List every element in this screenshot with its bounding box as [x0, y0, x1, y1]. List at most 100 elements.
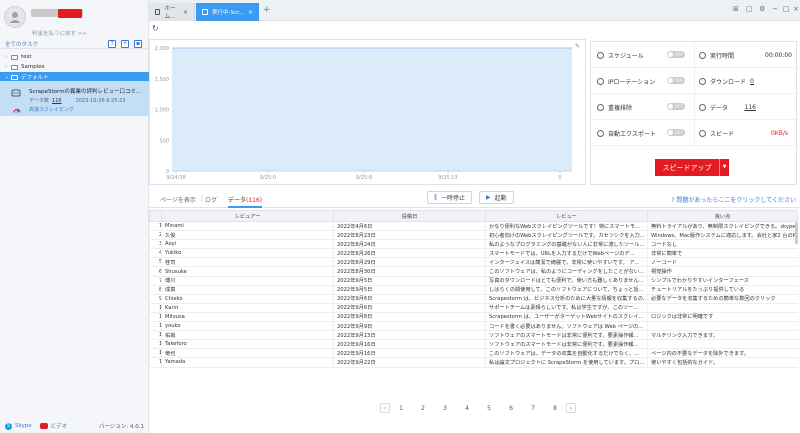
add-tab-icon[interactable]: +: [263, 6, 271, 15]
table-row[interactable]: 8成真2022年9月5日しばらくの間使用して、このソフトウェアについて、ちょっと…: [149, 285, 798, 295]
video-link[interactable]: ビデオ: [51, 422, 68, 430]
tab-home[interactable]: ホーム... ×: [149, 3, 195, 21]
tab-page[interactable]: ページを表示: [160, 195, 196, 204]
table-cell: 2022年8月29日: [333, 257, 486, 268]
new-folder-icon[interactable]: ▪: [134, 40, 142, 48]
plan-link[interactable]: 料金を払うに戻す >>: [32, 29, 87, 37]
close-icon[interactable]: ×: [248, 9, 253, 16]
start-button[interactable]: ▶ 起動: [479, 191, 514, 204]
table-row[interactable]: 16Yamada2022年9月22日私は論文プロジェクトに ScrapeStor…: [149, 357, 798, 368]
table-header: レビュアー 投稿日 レビュー 良い点: [149, 210, 798, 222]
page-number[interactable]: 6: [500, 405, 522, 412]
schedule-label: スケジュール: [608, 52, 644, 60]
help-link[interactable]: ? 問題があったらここをクリックしてください: [671, 195, 796, 204]
column-header[interactable]: 良い点: [647, 210, 798, 222]
table-row[interactable]: 5桂司2022年8月29日インターフェイスは簡潔で綺麗で、非常に使いやすいです。…: [149, 257, 798, 268]
table-row[interactable]: 1Minami2022年4月6日かなり便利なWebスクレイピングツールです！特に…: [149, 221, 798, 232]
data-value[interactable]: 116: [745, 94, 756, 120]
task-data-count[interactable]: 116: [52, 98, 62, 104]
table-cell: シンプルでわかりやすいインターフェース: [647, 276, 798, 286]
page-number[interactable]: 8: [544, 405, 566, 412]
chevron-down-icon[interactable]: ▼: [719, 159, 729, 176]
table-cell: 5: [149, 257, 162, 268]
column-header[interactable]: 投稿日: [333, 210, 486, 222]
tab-log[interactable]: ログ: [205, 195, 217, 204]
x-tick-label: 9/25:13: [438, 175, 457, 181]
question-icon: ?: [671, 197, 675, 204]
skype-icon[interactable]: S: [5, 422, 12, 430]
table-cell: このソフトウェアは、データの収集を自動化するだけでなく、...: [485, 348, 648, 359]
table-cell: 1: [149, 221, 162, 232]
avatar[interactable]: [4, 6, 26, 28]
speed-up-label: スピードアップ: [662, 163, 712, 172]
table-row[interactable]: 10Karin2022年9月6日サポートチームは素晴らしいです。私は学生ですが、…: [149, 303, 798, 313]
column-header[interactable]: レビュー: [485, 210, 648, 222]
column-header[interactable]: レビュアー: [161, 210, 334, 222]
table-row[interactable]: 4Yukiko2022年8月26日スマートモードでは、URLを入力するだけでWe…: [149, 248, 798, 259]
gear-icon[interactable]: ⚙: [759, 5, 765, 13]
speed-up-button[interactable]: スピードアップ ▼: [655, 159, 729, 176]
table-row[interactable]: 11Mitsusa2022年9月8日Scrapestorm は、ユーザーがターゲ…: [149, 312, 798, 323]
table-row[interactable]: 7博川2022年9月5日写真のダウンロードはとても便利で、使い方も難しくありませ…: [149, 276, 798, 286]
page-number[interactable]: 4: [456, 405, 478, 412]
table-cell: 桂司: [161, 257, 334, 268]
maximize-icon[interactable]: □: [783, 5, 790, 13]
tab-running[interactable]: 実行中-Scr... ×: [196, 3, 259, 21]
minimize-icon[interactable]: −: [772, 5, 778, 13]
table-cell: 私のようなプログラミングの基礎がない人に非常に適したツール...: [485, 239, 648, 250]
column-header[interactable]: [149, 210, 162, 222]
table-row[interactable]: 9Chieko2022年9月6日Scrapestorm は、ビジネス分析のために…: [149, 294, 798, 304]
all-tasks-title[interactable]: 全てのタスク: [5, 40, 38, 48]
task-item[interactable]: ScrapeStormの異業の評判レビュー口コミ... データ数 116 2023-…: [0, 81, 149, 116]
close-icon[interactable]: ×: [183, 9, 188, 16]
pause-button[interactable]: ‖ 一時停止: [427, 191, 473, 204]
refresh-icon[interactable]: ↻: [152, 24, 159, 33]
y-tick-label: 2,000: [155, 46, 169, 52]
status-row: 重複排除 OFF データ 116: [591, 94, 798, 120]
table-cell: コードなし: [647, 239, 798, 250]
table-cell: 14: [149, 339, 162, 350]
tree-label: デフォルト: [21, 75, 49, 81]
dedup-toggle[interactable]: OFF: [667, 103, 685, 110]
table-row[interactable]: 6Shusuke2022年8月30日このソフトウェアは、私のようにコーディングを…: [149, 266, 798, 277]
table-row[interactable]: 14Takeforo2022年9月16日ソフトウェアのスマートモードは非常に便利…: [149, 339, 798, 350]
next-page-button[interactable]: ›: [566, 403, 576, 413]
speed-value: 0KB/s: [770, 129, 788, 137]
table-row[interactable]: 2久俊2022年8月23日初心者向けのWebスクレイピングツールです。カセツシク…: [149, 230, 798, 241]
page-number[interactable]: 5: [478, 405, 500, 412]
prev-page-button[interactable]: ‹: [380, 403, 390, 413]
gift-icon[interactable]: ⊞: [733, 5, 739, 13]
upload-icon[interactable]: ↑: [108, 40, 116, 48]
download-value[interactable]: 0: [750, 68, 754, 94]
page-number[interactable]: 1: [390, 405, 412, 412]
table-row[interactable]: 13佑哉2022年9月13日ソフトウェアのスマートモードは非常に便利です。要素操…: [149, 330, 798, 341]
table-row[interactable]: 12youko2022年9月9日コードを書く必要はありません。ソフトウェアは W…: [149, 321, 798, 332]
table-row[interactable]: 3Aoyi2022年8月24日私のようなプログラミングの基礎がない人に非常に適し…: [149, 239, 798, 250]
page-number[interactable]: 2: [412, 405, 434, 412]
ip-rotation-toggle[interactable]: OFF: [667, 77, 685, 84]
page-number[interactable]: 7: [522, 405, 544, 412]
table-cell: 博川: [161, 276, 334, 286]
table-cell: ページ内の不要なデータを除外できます。: [647, 348, 798, 359]
task-name: ScrapeStormの異業の評判レビュー口コミ...: [29, 89, 142, 95]
skype-link[interactable]: Skype: [15, 423, 32, 429]
help-icon[interactable]: ▢: [746, 5, 753, 13]
page-number[interactable]: 3: [434, 405, 456, 412]
scrollbar[interactable]: [795, 222, 798, 244]
auto-export-toggle[interactable]: OFF: [667, 129, 685, 136]
table-cell: 写真のダウンロードはとても便利で、使い方も難しくありません...: [485, 276, 648, 286]
data-chart: 2,000 1,500 1,000 500 0 9/24/38 9/25:0 9/25:8 9/…: [155, 46, 572, 181]
tasks-header: 全てのタスク ↑ + ▪: [0, 39, 149, 49]
robot-icon: [11, 89, 21, 97]
close-window-icon[interactable]: ×: [793, 5, 799, 13]
tree-folder-samples[interactable]: › Samples: [0, 62, 149, 72]
video-icon[interactable]: [39, 423, 48, 429]
table-cell: 成真: [161, 285, 334, 295]
tab-data[interactable]: データ(116): [228, 195, 263, 208]
table-row[interactable]: 15竜也2022年9月16日このソフトウェアは、データの収集を自動化するだけでな…: [149, 348, 798, 359]
page-icon: [202, 9, 208, 15]
tree-folder-test[interactable]: › test: [0, 52, 149, 62]
edit-icon[interactable]: ✎: [575, 43, 580, 50]
add-task-icon[interactable]: +: [121, 40, 129, 48]
schedule-toggle[interactable]: OFF: [667, 51, 685, 58]
